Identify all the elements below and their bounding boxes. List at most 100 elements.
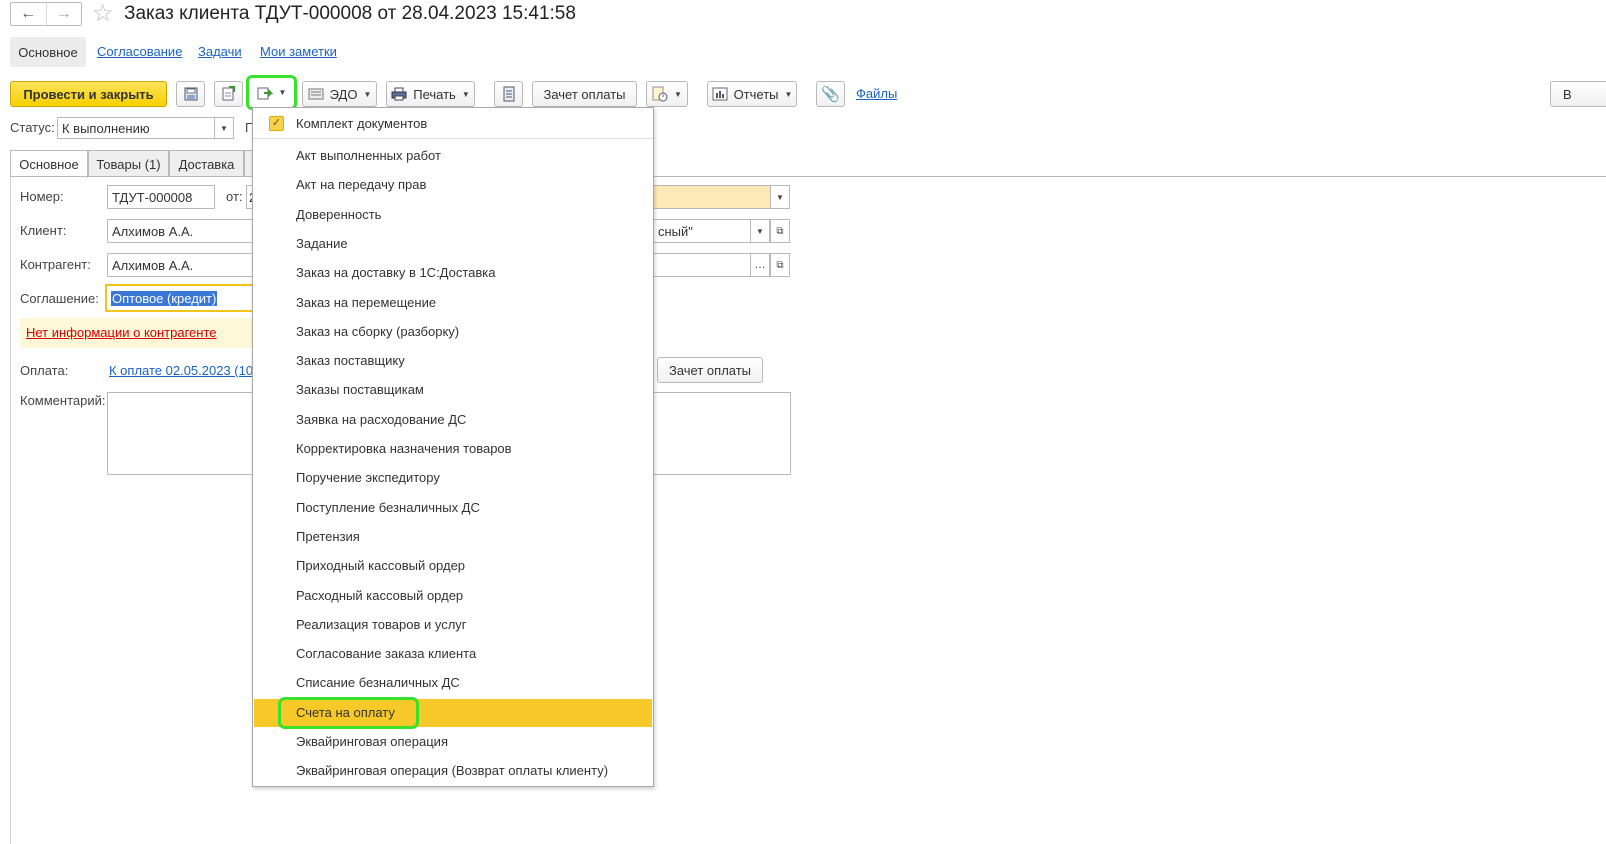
payment-schedule-link[interactable]: К оплате 02.05.2023 (100 (109, 363, 253, 378)
list-button[interactable] (494, 81, 523, 107)
menu-item[interactable]: Акт выполненных работ (254, 142, 652, 170)
agreement-label: Соглашение: (20, 291, 99, 306)
create-based-on-menu: ✓ Комплект документов Акт выполненных ра… (252, 107, 654, 787)
back-button[interactable]: ← (11, 3, 46, 25)
counterparty-open-button[interactable]: ⧉ (770, 253, 790, 277)
menu-item-document-set[interactable]: ✓ Комплект документов (253, 108, 653, 139)
paperclip-icon: 📎 (821, 86, 840, 103)
forward-button[interactable]: → (45, 3, 82, 25)
client-right-dropdown[interactable]: ▼ (750, 219, 770, 243)
files-link[interactable]: Файлы (856, 81, 897, 107)
chevron-down-icon: ▼ (674, 89, 682, 99)
status-field[interactable]: К выполнению (57, 117, 215, 139)
edo-label: ЭДО (329, 86, 358, 102)
chevron-down-icon: ▼ (756, 226, 764, 236)
list-icon (503, 86, 514, 102)
tab-main[interactable]: Основное (10, 150, 88, 178)
section-tasks[interactable]: Задачи (198, 37, 242, 67)
highlight-ring (278, 697, 419, 729)
menu-item[interactable]: Расходный кассовый ордер (254, 582, 652, 610)
agreement-selected-text: Оптовое (кредит) (111, 290, 218, 306)
menu-item[interactable]: Заказ на перемещение (254, 289, 652, 317)
post-button[interactable] (214, 81, 243, 107)
menu-item[interactable]: Эквайринговая операция (Возврат оплаты к… (254, 757, 652, 785)
save-button[interactable] (176, 81, 205, 107)
number-label: Номер: (20, 189, 64, 204)
status-dropdown[interactable]: ▼ (214, 117, 234, 139)
ellipsis-icon: … (754, 259, 766, 271)
chevron-down-icon: ▼ (220, 123, 228, 133)
post-document-icon (222, 86, 235, 101)
section-notes[interactable]: Мои заметки (260, 37, 337, 67)
menu-header-label: Комплект документов (296, 116, 428, 131)
menu-item[interactable]: Списание безналичных ДС (254, 669, 652, 697)
save-icon (184, 87, 197, 101)
tab-goods[interactable]: Товары (1) (88, 150, 169, 177)
menu-item[interactable]: Заказ на сборку (разборку) (254, 318, 652, 346)
chevron-down-icon: ▼ (776, 192, 784, 202)
attachments-menu-button[interactable]: ▼ (646, 81, 688, 107)
comment-textarea-right[interactable] (653, 392, 791, 475)
create-based-on-icon (257, 87, 273, 99)
tab-delivery[interactable]: Доставка (169, 150, 244, 177)
menu-item[interactable]: Эквайринговая операция (254, 728, 652, 756)
menu-item[interactable]: Поручение экспедитору (254, 464, 652, 492)
print-label: Печать (413, 86, 456, 102)
counterparty-right-field[interactable] (653, 253, 751, 277)
tab-divider (10, 176, 1606, 177)
window-title: Заказ клиента ТДУТ-000008 от 28.04.2023 … (124, 3, 576, 24)
menu-item[interactable]: Заказы поставщикам (254, 376, 652, 404)
number-field[interactable]: ТДУТ-000008 (107, 185, 215, 209)
menu-item[interactable]: Поступление безналичных ДС (254, 494, 652, 522)
no-counterparty-info-link[interactable]: Нет информации о контрагенте (26, 318, 217, 348)
menu-item[interactable]: Приходный кассовый ордер (254, 552, 652, 580)
org-field[interactable] (653, 185, 771, 209)
edo-icon (308, 88, 324, 100)
menu-item[interactable]: Заявка на расходование ДС (254, 406, 652, 434)
payment-offset-button[interactable]: Зачет оплаты (657, 357, 763, 383)
attach-button[interactable]: 📎 (816, 81, 845, 107)
checkbox-checked-icon: ✓ (269, 116, 284, 131)
chevron-down-icon: ▼ (784, 89, 793, 99)
org-dropdown[interactable]: ▼ (770, 185, 790, 209)
menu-item[interactable]: Доверенность (254, 201, 652, 229)
reports-icon (712, 87, 728, 101)
counterparty-label: Контрагент: (20, 257, 91, 272)
client-field[interactable]: Алхимов А.А. (107, 219, 255, 243)
payment-label: Оплата: (20, 363, 69, 378)
comment-textarea[interactable] (107, 392, 255, 475)
counterparty-field[interactable]: Алхимов А.А. (107, 253, 255, 277)
menu-item[interactable]: Задание (254, 230, 652, 258)
menu-item[interactable]: Корректировка назначения товаров (254, 435, 652, 463)
history-nav: ← → (10, 2, 82, 26)
star-icon[interactable]: ☆ (92, 1, 114, 27)
payment-offset-toolbar-button[interactable]: Зачет оплаты (532, 81, 637, 107)
agreement-field[interactable]: Оптовое (кредит) (105, 284, 257, 312)
menu-item[interactable]: Согласование заказа клиента (254, 640, 652, 668)
edo-button[interactable]: ЭДО ▼ (302, 81, 377, 107)
section-approval[interactable]: Согласование (97, 37, 182, 67)
open-window-icon: ⧉ (776, 225, 784, 237)
client-label: Клиент: (20, 223, 67, 238)
create-based-on-button[interactable]: ▼ (246, 75, 297, 110)
panel-border (10, 177, 11, 844)
reports-button[interactable]: Отчеты ▼ (707, 81, 797, 107)
menu-item[interactable]: Претензия (254, 523, 652, 551)
chevron-down-icon: ▼ (363, 89, 372, 99)
menu-item[interactable]: Заказ на доставку в 1С:Доставка (254, 259, 652, 287)
menu-item[interactable]: Реализация товаров и услуг (254, 611, 652, 639)
client-open-button[interactable]: ⧉ (770, 219, 790, 243)
menu-item[interactable]: Заказ поставщику (254, 347, 652, 375)
menu-item[interactable]: Акт на передачу прав (254, 171, 652, 199)
counterparty-select-button[interactable]: … (750, 253, 770, 277)
client-right-field[interactable]: сный" (653, 219, 751, 243)
arrow-right-icon: → (55, 5, 72, 22)
document-clock-icon (652, 86, 668, 102)
comment-label: Комментарий: (20, 393, 106, 408)
section-main[interactable]: Основное (10, 37, 86, 67)
post-and-close-button[interactable]: Провести и закрыть (10, 81, 167, 107)
status-label: Статус: (10, 120, 55, 135)
printer-icon (391, 87, 407, 101)
print-button[interactable]: Печать ▼ (386, 81, 475, 107)
more-button[interactable]: В (1550, 81, 1606, 107)
